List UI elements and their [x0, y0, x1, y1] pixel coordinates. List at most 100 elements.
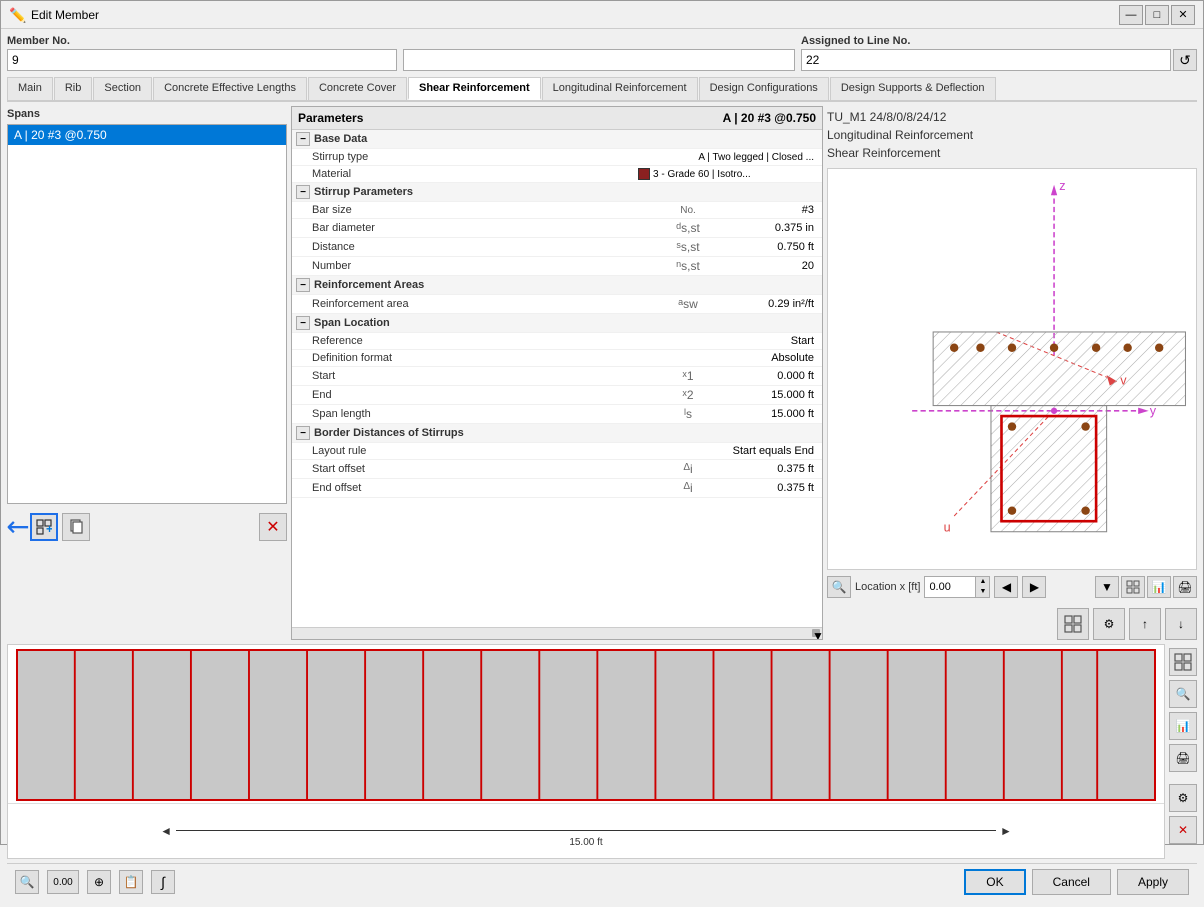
svg-text:+: +: [46, 522, 52, 535]
location-bar: 🔍 Location x [ft] ▲ ▼ ◀ ▶ ▼: [827, 574, 1197, 600]
row-layout-rule: Layout rule Start equals End: [292, 443, 822, 460]
delete-span-button[interactable]: ✕: [259, 513, 287, 541]
expand-reinf-areas[interactable]: −: [296, 278, 310, 292]
tab-concrete-eff[interactable]: Concrete Effective Lengths: [153, 77, 307, 100]
beam-settings-button[interactable]: ⚙: [1169, 784, 1197, 812]
row-distance: Distance ss,st 0.750 ft: [292, 238, 822, 257]
location-input[interactable]: [925, 579, 975, 595]
move-up-button[interactable]: ↑: [1129, 608, 1161, 640]
settings2-button[interactable]: ⚙: [1093, 608, 1125, 640]
row-span-length: Span length ls 15.000 ft: [292, 405, 822, 424]
apply-button[interactable]: Apply: [1117, 869, 1189, 895]
material-color-swatch: [638, 168, 650, 180]
export-button[interactable]: 📊: [1147, 576, 1171, 598]
beam-grid-icon: [1174, 653, 1192, 671]
row-bar-size: Bar size No. #3: [292, 202, 822, 219]
row-stirrup-type: Stirrup type A | Two legged | Closed ...: [292, 149, 822, 166]
tab-rib[interactable]: Rib: [54, 77, 93, 100]
params-header: Parameters A | 20 #3 @0.750: [292, 107, 822, 130]
section-border-distances[interactable]: − Border Distances of Stirrups: [292, 424, 822, 443]
window-title: Edit Member: [31, 8, 1119, 22]
material-value: 3 - Grade 60 | Isotro...: [638, 168, 818, 180]
ok-button[interactable]: OK: [964, 869, 1025, 895]
span-item[interactable]: A | 20 #3 @0.750: [8, 125, 286, 145]
expand-stirrup-params[interactable]: −: [296, 185, 310, 199]
cross-section-view: z y u v: [827, 168, 1197, 570]
section-reinf-areas[interactable]: − Reinforcement Areas: [292, 276, 822, 295]
view-controls: ▼ 📊 🖨: [1095, 576, 1197, 598]
app-icon: ✏️: [9, 7, 25, 23]
row-material: Material 3 - Grade 60 | Isotro...: [292, 166, 822, 183]
member-no-input[interactable]: [7, 49, 397, 71]
member-name-input[interactable]: [403, 49, 795, 71]
close-button[interactable]: ✕: [1171, 5, 1195, 25]
tab-section[interactable]: Section: [93, 77, 152, 100]
tab-design-supports[interactable]: Design Supports & Deflection: [830, 77, 996, 100]
print-button[interactable]: 🖨: [1173, 576, 1197, 598]
integral-toolbar-button[interactable]: ∫: [151, 870, 175, 894]
reset-button[interactable]: ↺: [1173, 49, 1197, 71]
table-icon: [1126, 580, 1140, 594]
location-spinner: ▲ ▼: [975, 577, 989, 597]
location-label: Location x [ft]: [855, 581, 920, 593]
arrow-left: ◄: [160, 824, 172, 838]
tab-main[interactable]: Main: [7, 77, 53, 100]
row-reference: Reference Start: [292, 333, 822, 350]
beam-elevation: [16, 649, 1156, 801]
beam-zoom-button[interactable]: 🔍: [1169, 680, 1197, 708]
spans-list: A | 20 #3 @0.750: [7, 124, 287, 504]
next-view-button[interactable]: ▶: [1022, 576, 1046, 598]
section-span-location[interactable]: − Span Location: [292, 314, 822, 333]
expand-border-distances[interactable]: −: [296, 426, 310, 440]
view-zoom-button[interactable]: 🔍: [827, 576, 851, 598]
row-end: End x2 15.000 ft: [292, 386, 822, 405]
beam-grid-button[interactable]: [1169, 648, 1197, 676]
info-line2: Longitudinal Reinforcement: [827, 126, 1197, 144]
table-view-button[interactable]: [1121, 576, 1145, 598]
beam-cursor-button[interactable]: ✕: [1169, 816, 1197, 844]
main-content: Spans A | 20 #3 @0.750 ↙ +: [7, 106, 1197, 640]
copy-span-button[interactable]: [62, 513, 90, 541]
arrow-right: ►: [1000, 824, 1012, 838]
location-input-wrap: ▲ ▼: [924, 576, 990, 598]
tab-design-config[interactable]: Design Configurations: [699, 77, 829, 100]
base-data-label: Base Data: [314, 133, 648, 145]
spin-down-button[interactable]: ▼: [975, 587, 989, 597]
left-panel: Spans A | 20 #3 @0.750 ↙ +: [7, 106, 287, 640]
expand-base-data[interactable]: −: [296, 132, 310, 146]
maximize-button[interactable]: □: [1145, 5, 1169, 25]
expand-span-location[interactable]: −: [296, 316, 310, 330]
assigned-input[interactable]: [801, 49, 1171, 71]
copy-toolbar-button[interactable]: 📋: [119, 870, 143, 894]
spin-up-button[interactable]: ▲: [975, 577, 989, 587]
stirrup-type-label: Stirrup type: [312, 151, 558, 163]
scroll-arrow-down[interactable]: ▼: [812, 629, 820, 637]
tab-concrete-cover[interactable]: Concrete Cover: [308, 77, 407, 100]
params-header-left: Parameters: [298, 111, 363, 125]
beam-view-panel: ◄ ► 15.00 ft: [7, 644, 1165, 859]
search-toolbar-button[interactable]: 🔍: [15, 870, 39, 894]
member-name-group: [403, 35, 795, 71]
prev-view-button[interactable]: ◀: [994, 576, 1018, 598]
move-down-button[interactable]: ↓: [1165, 608, 1197, 640]
cancel-button[interactable]: Cancel: [1032, 869, 1111, 895]
tab-long-reinf[interactable]: Longitudinal Reinforcement: [542, 77, 698, 100]
dimension-area: ◄ ► 15.00 ft: [8, 803, 1164, 858]
tab-shear-reinf[interactable]: Shear Reinforcement: [408, 77, 541, 100]
add-toolbar-button[interactable]: ⊕: [87, 870, 111, 894]
content-area: Member No. Assigned to Line No. ↺ Main R…: [1, 29, 1203, 907]
value-toolbar-button[interactable]: 0.00: [47, 870, 79, 894]
beam-export-button[interactable]: 📊: [1169, 712, 1197, 740]
minimize-button[interactable]: —: [1119, 5, 1143, 25]
filter-button[interactable]: ▼: [1095, 576, 1119, 598]
cross-section-info: TU_M1 24/8/0/8/24/12 Longitudinal Reinfo…: [827, 106, 1197, 164]
bottom-left-controls: ↙ + ✕: [7, 510, 287, 543]
beam-print-button[interactable]: 🖨: [1169, 744, 1197, 772]
stirrup-type-value: A | Two legged | Closed ...: [638, 152, 818, 163]
params-scrollbar[interactable]: ▼: [292, 627, 822, 639]
section-stirrup-params[interactable]: − Stirrup Parameters: [292, 183, 822, 202]
section-base-data[interactable]: − Base Data: [292, 130, 822, 149]
grid-layout-button[interactable]: [1057, 608, 1089, 640]
toolbar-bottom: 🔍 0.00 ⊕ 📋 ∫ OK Cancel Apply: [7, 863, 1197, 901]
info-line3: Shear Reinforcement: [827, 144, 1197, 162]
